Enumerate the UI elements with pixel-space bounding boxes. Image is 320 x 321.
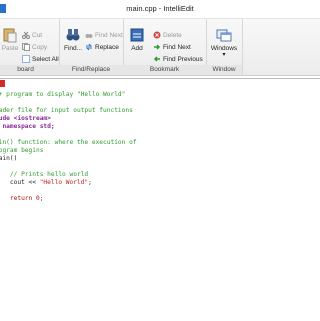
cut-icon (22, 31, 30, 40)
code-line: lude <iostream> (0, 115, 51, 122)
paste-label: Paste (1, 45, 19, 52)
code-line: return 0; (9, 195, 44, 202)
bookmark-find-next-button[interactable]: Find Next (153, 43, 191, 53)
find-next-button[interactable]: Find Next (85, 31, 123, 41)
window-title: main.cpp - IntelliEdit (126, 4, 194, 13)
cut-label: Cut (32, 32, 43, 39)
select-all-label: Select All (32, 56, 59, 63)
group-window: Windows ▾ Window (206, 19, 243, 75)
delete-icon (153, 31, 161, 39)
bookmark-add-icon (129, 27, 145, 43)
delete-label: Delete (163, 32, 182, 39)
paste-icon (2, 27, 18, 43)
code-line: eader file for input output functions (0, 107, 133, 114)
replace-button[interactable]: Replace (85, 43, 119, 53)
bookmark-find-previous-button[interactable]: Find Previous (153, 55, 203, 65)
code-line: main() (0, 155, 18, 162)
group-label-clipboard: board (0, 65, 59, 75)
group-label-find-replace: Find/Replace (59, 65, 123, 75)
group-bookmark: Add Delete Find Next Find Previous Bookm… (123, 19, 207, 75)
arrow-next-icon (153, 43, 161, 51)
windows-label: Windows (210, 45, 238, 52)
bookmark-add-label: Add (131, 45, 143, 52)
code-editor[interactable]: ++ program to display "Hello World" eade… (0, 78, 320, 321)
code-line: ain() function: where the execution of (0, 139, 137, 146)
code-text[interactable]: ++ program to display "Hello World" eade… (0, 91, 137, 203)
find-next-label: Find Next (95, 32, 123, 39)
paste-button[interactable]: Paste (0, 27, 20, 52)
ribbon: Paste Cut Copy Select All board Find... (0, 19, 320, 76)
binoculars-icon (65, 27, 81, 43)
chevron-down-icon: ▾ (222, 52, 226, 58)
replace-icon (85, 43, 93, 51)
error-marker (0, 80, 5, 87)
select-all-button[interactable]: Select All (22, 55, 59, 65)
windows-button[interactable]: Windows ▾ (208, 27, 240, 58)
arrow-prev-icon (153, 55, 161, 63)
group-find-replace: Find... Find Next Replace Find/Replace (59, 19, 124, 75)
bookmark-find-previous-label: Find Previous (163, 56, 203, 63)
group-label-window: Window (206, 65, 242, 75)
bookmark-find-next-label: Find Next (163, 44, 191, 51)
replace-label: Replace (95, 44, 119, 51)
group-clipboard: Paste Cut Copy Select All board (0, 19, 60, 75)
bookmark-add-button[interactable]: Add (127, 27, 147, 52)
code-line: rogram begins (0, 147, 44, 154)
select-all-icon (22, 55, 30, 64)
group-label-bookmark: Bookmark (123, 65, 206, 75)
code-line: g namespace std; (0, 123, 55, 130)
find-button[interactable]: Find... (63, 27, 83, 52)
copy-icon (22, 43, 30, 52)
windows-icon (216, 27, 232, 43)
code-line: // Prints hello world (0, 171, 89, 178)
copy-label: Copy (32, 44, 48, 51)
bookmark-delete-button[interactable]: Delete (153, 31, 182, 41)
code-line: ++ program to display "Hello World" (0, 91, 126, 98)
cut-button[interactable]: Cut (22, 31, 42, 41)
find-label: Find... (63, 45, 83, 52)
code-line: cout << "Hello World"; (9, 179, 92, 186)
title-bar: main.cpp - IntelliEdit (0, 0, 320, 19)
find-next-icon (85, 31, 93, 39)
copy-button[interactable]: Copy (22, 43, 47, 53)
